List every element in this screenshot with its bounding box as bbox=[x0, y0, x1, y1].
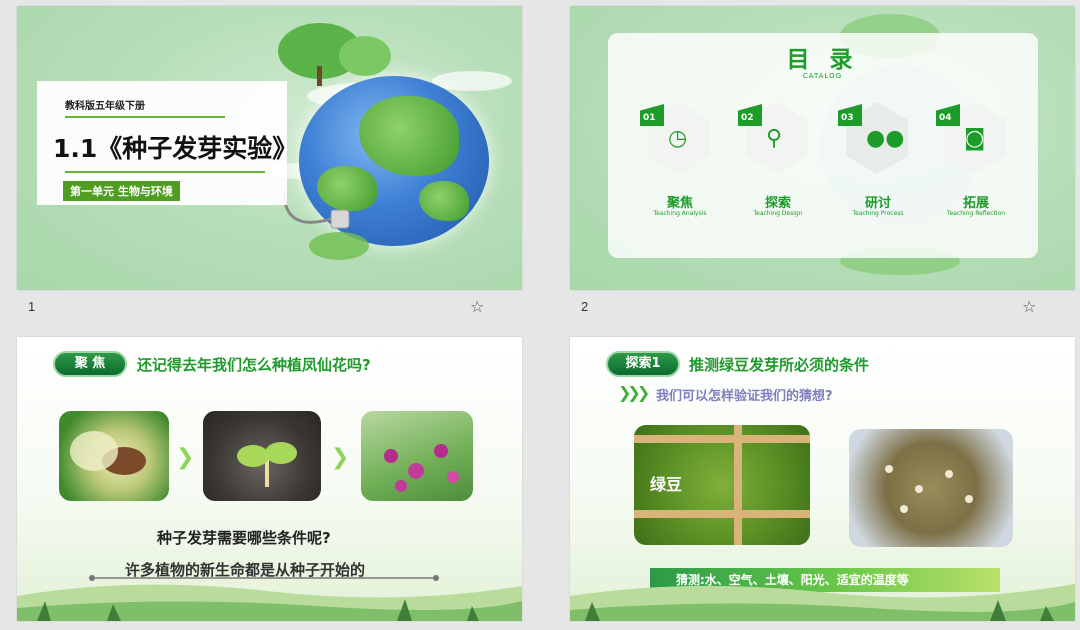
item-number: 04 bbox=[939, 113, 952, 123]
chevron-right-icon: ❯ bbox=[176, 445, 195, 470]
item-number: 01 bbox=[643, 113, 656, 123]
seed-illustration bbox=[70, 431, 146, 475]
sprout-photo bbox=[203, 411, 321, 501]
lesson-title: 1.1《种子发芽实验》 bbox=[53, 134, 298, 163]
mung-bean-photo: 绿豆 bbox=[634, 425, 810, 545]
clock-icon: ◷ bbox=[668, 126, 688, 151]
catalog-title: 目 录 bbox=[786, 47, 859, 73]
tree-decoration bbox=[278, 23, 391, 86]
slide-thumbnail-1[interactable]: 教科版五年级下册 1.1《种子发芽实验》 第一单元 生物与环境 bbox=[17, 6, 522, 290]
grass-decoration bbox=[17, 584, 522, 621]
question-text: 种子发芽需要哪些条件呢? bbox=[157, 529, 331, 547]
item-english: Teaching Analysis bbox=[653, 210, 707, 217]
section-tag: 探索1 bbox=[606, 351, 680, 377]
seed-photo bbox=[59, 411, 169, 501]
slide-heading: 还记得去年我们怎么种植凤仙花吗? bbox=[137, 356, 371, 374]
catalog-subtitle: CATALOG bbox=[802, 72, 843, 80]
photo-label: 绿豆 bbox=[650, 475, 683, 494]
camera-icon: ◙ bbox=[964, 126, 986, 151]
continent-shape bbox=[359, 96, 459, 176]
flower-photo bbox=[361, 411, 473, 501]
magnifier-icon: ⚲ bbox=[766, 126, 783, 151]
slide-thumbnail-4[interactable]: 探索1 推测绿豆发芽所必须的条件 ❯❯❯ 我们可以怎样验证我们的猜想? 绿豆 猜… bbox=[570, 337, 1075, 621]
section-tag: 聚 焦 bbox=[53, 351, 127, 377]
item-label: 聚焦 bbox=[666, 196, 693, 211]
unit-label: 第一单元 生物与环境 bbox=[63, 181, 180, 201]
divider-line bbox=[65, 116, 225, 118]
item-number: 03 bbox=[841, 113, 854, 123]
sprouts-illustration bbox=[885, 465, 973, 513]
sprouted-beans-photo bbox=[849, 429, 1013, 547]
grass-decoration bbox=[570, 584, 1075, 621]
star-outline-icon[interactable]: ☆ bbox=[1022, 297, 1036, 316]
item-label: 探索 bbox=[764, 196, 791, 211]
plug-decoration bbox=[282, 190, 369, 260]
slide-subheading: 我们可以怎样验证我们的猜想? bbox=[656, 389, 833, 404]
item-english: Teaching Reflection bbox=[946, 210, 1006, 217]
item-label: 研讨 bbox=[864, 196, 891, 211]
item-english: Teaching Design bbox=[753, 210, 803, 217]
flower-illustration bbox=[384, 444, 459, 492]
divider-line bbox=[65, 171, 265, 173]
star-outline-icon[interactable]: ☆ bbox=[470, 297, 484, 316]
sprout-illustration bbox=[237, 442, 297, 487]
slide-number: 1 bbox=[28, 299, 36, 314]
double-chevron-icon: ❯❯❯ bbox=[618, 383, 650, 402]
slide-thumbnail-2[interactable]: 目 录 CATALOG 01 ◷ 聚焦 Teaching Analysis 02… bbox=[570, 6, 1075, 290]
item-english: Teaching Process bbox=[852, 210, 904, 217]
slide-number: 2 bbox=[581, 299, 589, 314]
slide-heading: 推测绿豆发芽所必须的条件 bbox=[689, 356, 870, 374]
slide-thumbnail-3[interactable]: 聚 焦 还记得去年我们怎么种植凤仙花吗? ❯ ❯ 种子发芽需要哪些条件呢? 许多… bbox=[17, 337, 522, 621]
grade-label: 教科版五年级下册 bbox=[65, 101, 145, 112]
chevron-right-icon: ❯ bbox=[331, 445, 350, 470]
item-label: 拓展 bbox=[962, 196, 989, 211]
item-number: 02 bbox=[741, 113, 754, 123]
continent-shape bbox=[419, 181, 469, 221]
people-icon: ●● bbox=[866, 126, 905, 151]
